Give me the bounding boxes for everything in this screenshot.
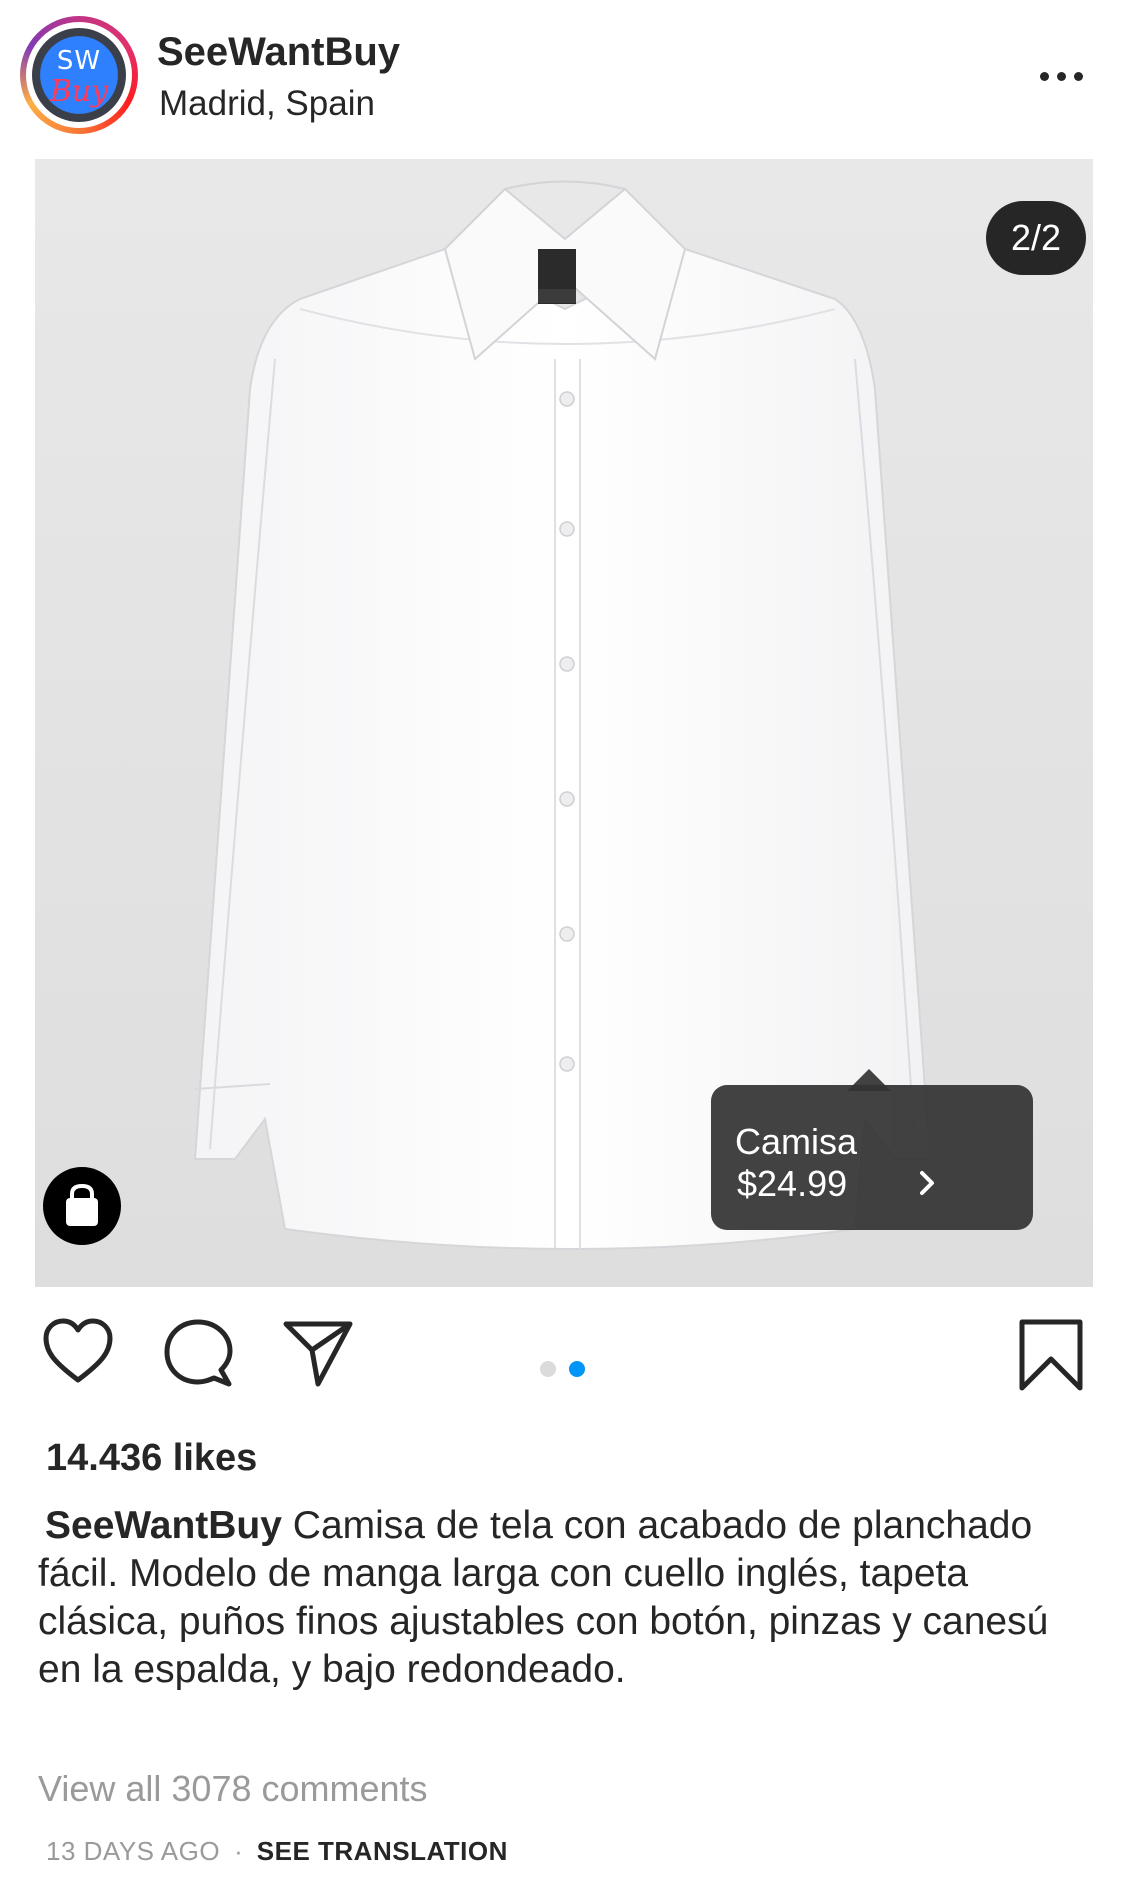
avatar[interactable]: SW Buy — [32, 28, 126, 122]
username[interactable]: SeeWantBuy — [157, 30, 400, 75]
post-timestamp: 13 DAYS AGO — [46, 1836, 221, 1866]
view-all-comments-link[interactable]: View all 3078 comments — [38, 1768, 428, 1810]
product-price: $24.99 — [737, 1163, 848, 1204]
heart-icon[interactable] — [42, 1318, 114, 1386]
chevron-right-icon[interactable] — [907, 1163, 947, 1203]
post-image[interactable]: 2/2 Camisa $24.99 — [35, 159, 1093, 1287]
shopping-bag-icon[interactable] — [43, 1167, 121, 1245]
image-counter-badge: 2/2 — [986, 201, 1086, 275]
more-options-icon[interactable] — [1040, 50, 1090, 100]
avatar-border: SW Buy — [26, 22, 132, 128]
comment-icon[interactable] — [163, 1318, 235, 1390]
location[interactable]: Madrid, Spain — [159, 84, 375, 124]
likes-count[interactable]: 14.436 likes — [46, 1437, 257, 1480]
caption-username[interactable]: SeeWantBuy — [45, 1504, 282, 1547]
avatar-logo-top: SW — [56, 46, 102, 76]
bookmark-icon[interactable] — [1018, 1318, 1084, 1392]
caption: SeeWantBuy Camisa de tela con acabado de… — [38, 1502, 1088, 1694]
post-header: SW Buy SeeWantBuy Madrid, Spain — [0, 0, 1125, 150]
product-name: Camisa — [735, 1121, 858, 1162]
send-icon[interactable] — [282, 1318, 354, 1390]
avatar-logo-bottom: Buy — [49, 74, 109, 109]
story-ring[interactable]: SW Buy — [20, 16, 138, 134]
carousel-dot-2 — [569, 1361, 585, 1377]
carousel-dot-1 — [540, 1361, 556, 1377]
post-meta: 13 DAYS AGO · SEE TRANSLATION — [46, 1836, 508, 1867]
product-tag-box[interactable]: Camisa $24.99 — [711, 1085, 1033, 1230]
see-translation-link[interactable]: SEE TRANSLATION — [257, 1836, 508, 1866]
meta-separator: · — [234, 1836, 243, 1866]
product-tag[interactable]: Camisa $24.99 — [711, 1069, 1033, 1230]
